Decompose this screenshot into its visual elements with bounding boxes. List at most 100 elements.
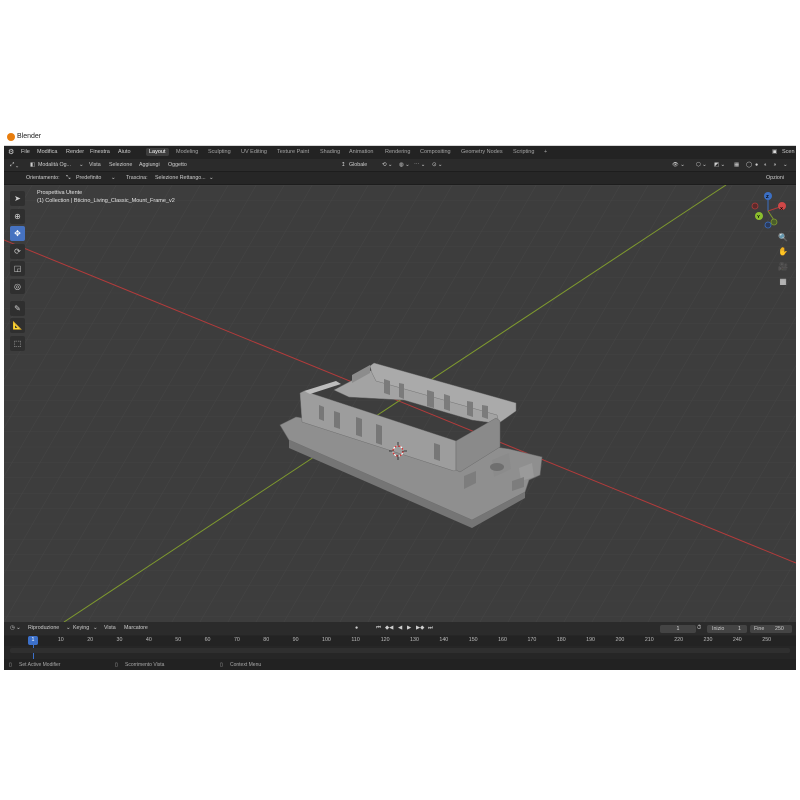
camera-view-icon[interactable]: 🎥 [778, 262, 788, 272]
end-frame-field[interactable]: Fine 250 [750, 625, 792, 633]
gizmo-z-label: Z [766, 194, 769, 199]
status-right: Context Menu [230, 661, 262, 668]
jump-start-icon[interactable]: ⏮ [376, 625, 381, 632]
frame-tick: 170 [527, 637, 537, 643]
menu-render[interactable]: Render [66, 149, 84, 155]
menu-window[interactable]: Finestra [90, 149, 110, 155]
measure-tool-icon[interactable]: 📐 [10, 318, 25, 333]
scene-icon[interactable]: ▣ [772, 149, 777, 155]
chevron-down-icon: ⌄ [111, 174, 116, 181]
menu-marker[interactable]: Marcatore [124, 625, 148, 631]
annotate-tool-icon[interactable]: ✎ [10, 300, 25, 316]
tab-compositing[interactable]: Compositing [420, 149, 451, 155]
frame-tick: 140 [439, 637, 449, 643]
play-reverse-icon[interactable]: ◀ [398, 625, 402, 631]
tab-animation[interactable]: Animation [349, 149, 373, 155]
current-frame-field[interactable]: 1 [660, 625, 696, 633]
frame-tick: 80 [263, 637, 270, 643]
tab-texture-paint[interactable]: Texture Paint [277, 149, 309, 155]
start-label: Inizio [712, 626, 725, 632]
menu-select[interactable]: Selezione [109, 162, 132, 168]
timeline-scrollbar[interactable] [10, 648, 790, 653]
title-bar: Blender [4, 130, 796, 146]
clock-icon[interactable]: ◷ ⌄ [10, 625, 21, 631]
tab-scripting[interactable]: Scripting [513, 149, 534, 155]
menu-playback[interactable]: Riproduzione [28, 625, 59, 631]
tab-uv-editing[interactable]: UV Editing [241, 149, 267, 155]
prev-keyframe-icon[interactable]: ◆◀ [385, 625, 393, 631]
frame-tick: 30 [116, 637, 123, 643]
snap-target-icon[interactable]: ⋯ ⌄ [414, 162, 425, 168]
stopwatch-icon[interactable]: ⏱ [697, 625, 701, 632]
frame-tick: 100 [322, 637, 331, 643]
shading-options-icon[interactable]: ⌄ [783, 162, 787, 168]
pan-hand-icon[interactable]: ✋ [778, 247, 788, 257]
tab-shading[interactable]: Shading [320, 149, 340, 155]
perspective-toggle-icon[interactable]: ▦ [778, 277, 788, 287]
transform-orientation-icon: ↥ [341, 161, 346, 168]
tab-geometry-nodes[interactable]: Geometry Nodes [461, 149, 503, 155]
transform-orientation-dropdown[interactable]: Globale [349, 162, 367, 168]
chevron-down-icon: ⌄ [79, 161, 84, 168]
tab-rendering[interactable]: Rendering [385, 149, 410, 155]
collection-info: (1) Collection | Bticino_Living_Classic_… [37, 198, 175, 204]
shading-rendered-icon[interactable]: ◑ [773, 162, 776, 168]
frame-tick: 130 [410, 637, 419, 643]
blender-menu-icon[interactable]: ⚙ [8, 148, 14, 156]
3d-viewport[interactable]: Prospettiva Utente (1) Collection | Btic… [4, 185, 796, 622]
add-cube-tool-icon[interactable]: ⬚ [10, 335, 25, 351]
frame-ruler[interactable]: 1102030405060708090100110120130140150160… [4, 636, 796, 646]
drag-label: Trascina: [126, 174, 148, 181]
visibility-icon[interactable]: 👁 ⌄ [672, 162, 685, 168]
menu-view-timeline[interactable]: Vista [104, 625, 116, 631]
move-tool-icon[interactable]: ✥ [10, 226, 25, 241]
current-frame-marker[interactable]: 1 [28, 636, 38, 645]
tab-sculpting[interactable]: Sculpting [208, 149, 231, 155]
frame-tick: 190 [586, 637, 595, 643]
xray-icon[interactable]: ▦ [734, 162, 739, 168]
status-bar: ▯ Set Active Modifier ▯ Scorrimento Vist… [4, 659, 796, 670]
add-workspace-button[interactable]: + [544, 149, 547, 155]
orientation-icon: ⤡ [66, 174, 71, 181]
menu-help[interactable]: Aiuto [118, 149, 131, 155]
menu-edit[interactable]: Modifica [37, 149, 57, 155]
shading-wireframe-icon[interactable]: ◯ [746, 162, 752, 168]
start-frame-field[interactable]: Inizio 1 [707, 625, 747, 633]
tool-shelf: ➤ ⊕ ✥ ⟳ ◲ ◎ ✎ 📐 ⬚ [10, 191, 26, 353]
tab-layout[interactable]: Layout [146, 148, 169, 156]
frame-tick: 10 [57, 637, 64, 643]
cursor-tool-icon[interactable]: ⊕ [10, 208, 25, 224]
overlay-toggle-icon[interactable]: ◩ ⌄ [714, 162, 725, 168]
zoom-icon[interactable]: 🔍 [778, 233, 788, 243]
drag-dropdown[interactable]: Selezione Rettango... [155, 175, 206, 181]
record-icon[interactable]: ● [355, 625, 358, 631]
frame-tick: 160 [498, 637, 507, 643]
menu-object[interactable]: Oggetto [168, 162, 187, 168]
jump-end-icon[interactable]: ⏭ [428, 625, 433, 632]
object-mode-icon: ◧ [30, 161, 36, 168]
tool-settings-bar: Orientamento: ⤡ Predefinito ⌄ Trascina: … [4, 172, 796, 184]
snap-icon[interactable]: ◍ ⌄ [399, 162, 410, 168]
gizmo-toggle-icon[interactable]: ⬡ ⌄ [696, 162, 707, 168]
orientation-label: Orientamento: [26, 174, 60, 181]
pivot-icon[interactable]: ⟲ ⌄ [382, 162, 392, 168]
shading-solid-icon[interactable]: ● [755, 162, 758, 168]
menu-file[interactable]: File [21, 149, 30, 155]
proportional-edit-icon[interactable]: ⊙ ⌄ [432, 162, 442, 168]
select-tool-icon[interactable]: ➤ [10, 191, 25, 206]
scale-tool-icon[interactable]: ◲ [10, 261, 25, 276]
transform-tool-icon[interactable]: ◎ [10, 278, 25, 294]
rotate-tool-icon[interactable]: ⟳ [10, 243, 25, 259]
menu-keying[interactable]: Keying [73, 625, 89, 631]
mode-selector[interactable]: Modalità Og... [38, 162, 71, 168]
play-icon[interactable]: ▶ [407, 625, 411, 631]
editor-type-icon[interactable]: ⤢ ⌄ [10, 162, 18, 169]
tab-modeling[interactable]: Modeling [176, 149, 198, 155]
next-keyframe-icon[interactable]: ▶◆ [416, 625, 424, 631]
scene-selector[interactable]: Scen [782, 149, 795, 155]
options-dropdown[interactable]: Opzioni [766, 175, 784, 181]
menu-add[interactable]: Aggiungi [139, 162, 160, 168]
orientation-dropdown[interactable]: Predefinito [76, 175, 101, 181]
shading-material-icon[interactable]: ◐ [764, 162, 767, 168]
menu-view[interactable]: Vista [89, 162, 101, 168]
